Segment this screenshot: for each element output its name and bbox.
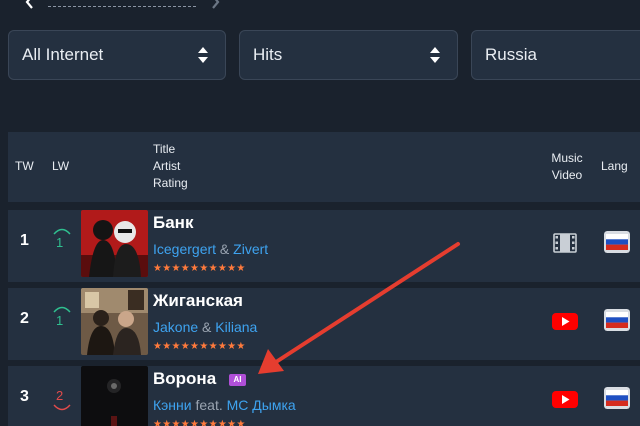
ru-flag-icon [604,309,630,331]
country-select-value: Russia [485,45,537,64]
trend-down-icon [53,404,71,411]
artist-link[interactable]: Kiliana [215,319,257,335]
artist-link[interactable]: Zivert [233,241,268,257]
artist-link[interactable]: Icegergert [153,241,216,257]
last-week-rank: 1 [56,313,64,328]
artist-line: Jakone & Kiliana [153,319,257,335]
last-week-position: 1 [51,302,73,342]
header-rating: Rating [153,176,188,190]
artist-line: Icegergert & Zivert [153,241,268,257]
chart-type-select[interactable]: Hits [239,30,458,80]
artist-joiner: & [216,241,234,257]
song-title[interactable]: Жиганская [153,291,243,311]
header-title: Title [153,142,176,156]
cover-art[interactable] [81,288,148,355]
table-row[interactable]: 1 1 Банк Icegergert & Zivert ★★★★★★★★★★ [8,210,640,282]
song-title[interactable]: Ворона [153,369,216,389]
chevron-right-icon[interactable] [208,0,224,10]
chevron-left-icon[interactable] [22,0,38,10]
source-select-value: All Internet [22,45,104,64]
header-artist: Artist [153,159,181,173]
table-row[interactable]: 2 1 Жиганская Jakone & Kiliana ★★★★★★★★★… [8,288,640,360]
select-arrows-icon [430,47,440,63]
film-icon[interactable] [552,232,578,254]
cover-art[interactable] [81,366,148,426]
table-row[interactable]: 3 2 Ворона AI Кэнни feat. MC Дымка ★★★★★… [8,366,640,426]
last-week-position: 1 [51,224,73,264]
ru-flag-icon [604,231,630,253]
chart-table-header: TW LW Title Artist Rating Music Video La… [8,132,640,202]
chart-type-select-value: Hits [253,45,283,64]
last-week-position: 2 [51,380,73,420]
ai-badge: AI [229,374,246,386]
artist-line: Кэнни feat. MC Дымка [153,397,296,413]
artist-link[interactable]: Jakone [153,319,198,335]
last-week-rank: 2 [56,388,64,403]
rank-this-week: 3 [20,388,29,405]
select-arrows-icon [198,47,208,63]
header-music-video: Music Video [551,151,583,182]
ru-flag-icon [604,387,630,409]
header-lang: Lang [601,159,628,173]
source-select[interactable]: All Internet [8,30,226,80]
rating-stars: ★★★★★★★★★★ [153,419,246,426]
cover-art[interactable] [81,210,148,277]
song-title[interactable]: Банк [153,213,193,233]
youtube-icon[interactable] [552,388,578,410]
artist-link[interactable]: Кэнни [153,397,192,413]
youtube-icon[interactable] [552,310,578,332]
artist-joiner: feat. [191,397,227,413]
country-select[interactable]: Russia [471,30,640,80]
artist-link[interactable]: MC Дымка [227,397,296,413]
rank-this-week: 2 [20,310,29,327]
period-label-underline [48,6,196,7]
rank-this-week: 1 [20,232,29,249]
artist-joiner: & [198,319,216,335]
header-last-week: LW [52,159,70,173]
rating-stars: ★★★★★★★★★★ [153,263,246,274]
header-this-week: TW [15,159,34,173]
last-week-rank: 1 [56,235,64,250]
rating-stars: ★★★★★★★★★★ [153,341,246,352]
top-navigation [0,0,640,14]
